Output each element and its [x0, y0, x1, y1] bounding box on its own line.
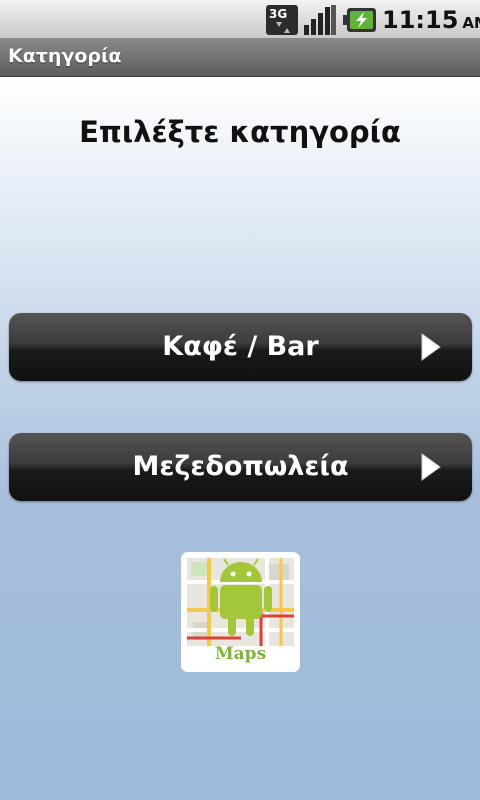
svg-text:3G: 3G: [269, 7, 287, 21]
title-bar: Κατηγορία: [0, 38, 480, 77]
maps-logo-text: Maps: [214, 644, 267, 664]
select-category-heading: Επιλέξτε κατηγορία: [79, 115, 401, 149]
android-maps-logo: Maps: [181, 552, 300, 672]
signal-icon: [304, 5, 336, 35]
mezedopoleia-button[interactable]: Μεζεδοπωλεία: [9, 433, 472, 501]
clock-time: 11:15: [382, 6, 459, 34]
status-bar: 3G 11:15 AM: [0, 0, 480, 38]
main-content: Επιλέξτε κατηγορία Καφέ / Bar Μεζεδοπωλε…: [0, 77, 480, 800]
clock-ampm: AM: [462, 14, 480, 32]
page-title: Κατηγορία: [8, 45, 122, 67]
3g-icon: 3G: [266, 5, 298, 35]
chevron-right-icon: [421, 333, 441, 361]
cafe-bar-button-label: Καφέ / Bar: [162, 331, 319, 362]
mezedopoleia-button-label: Μεζεδοπωλεία: [132, 451, 349, 482]
chevron-right-icon: [421, 453, 441, 481]
clock: 11:15 AM: [382, 6, 480, 36]
battery-charging-icon: [343, 8, 376, 32]
cafe-bar-button[interactable]: Καφέ / Bar: [9, 313, 472, 381]
